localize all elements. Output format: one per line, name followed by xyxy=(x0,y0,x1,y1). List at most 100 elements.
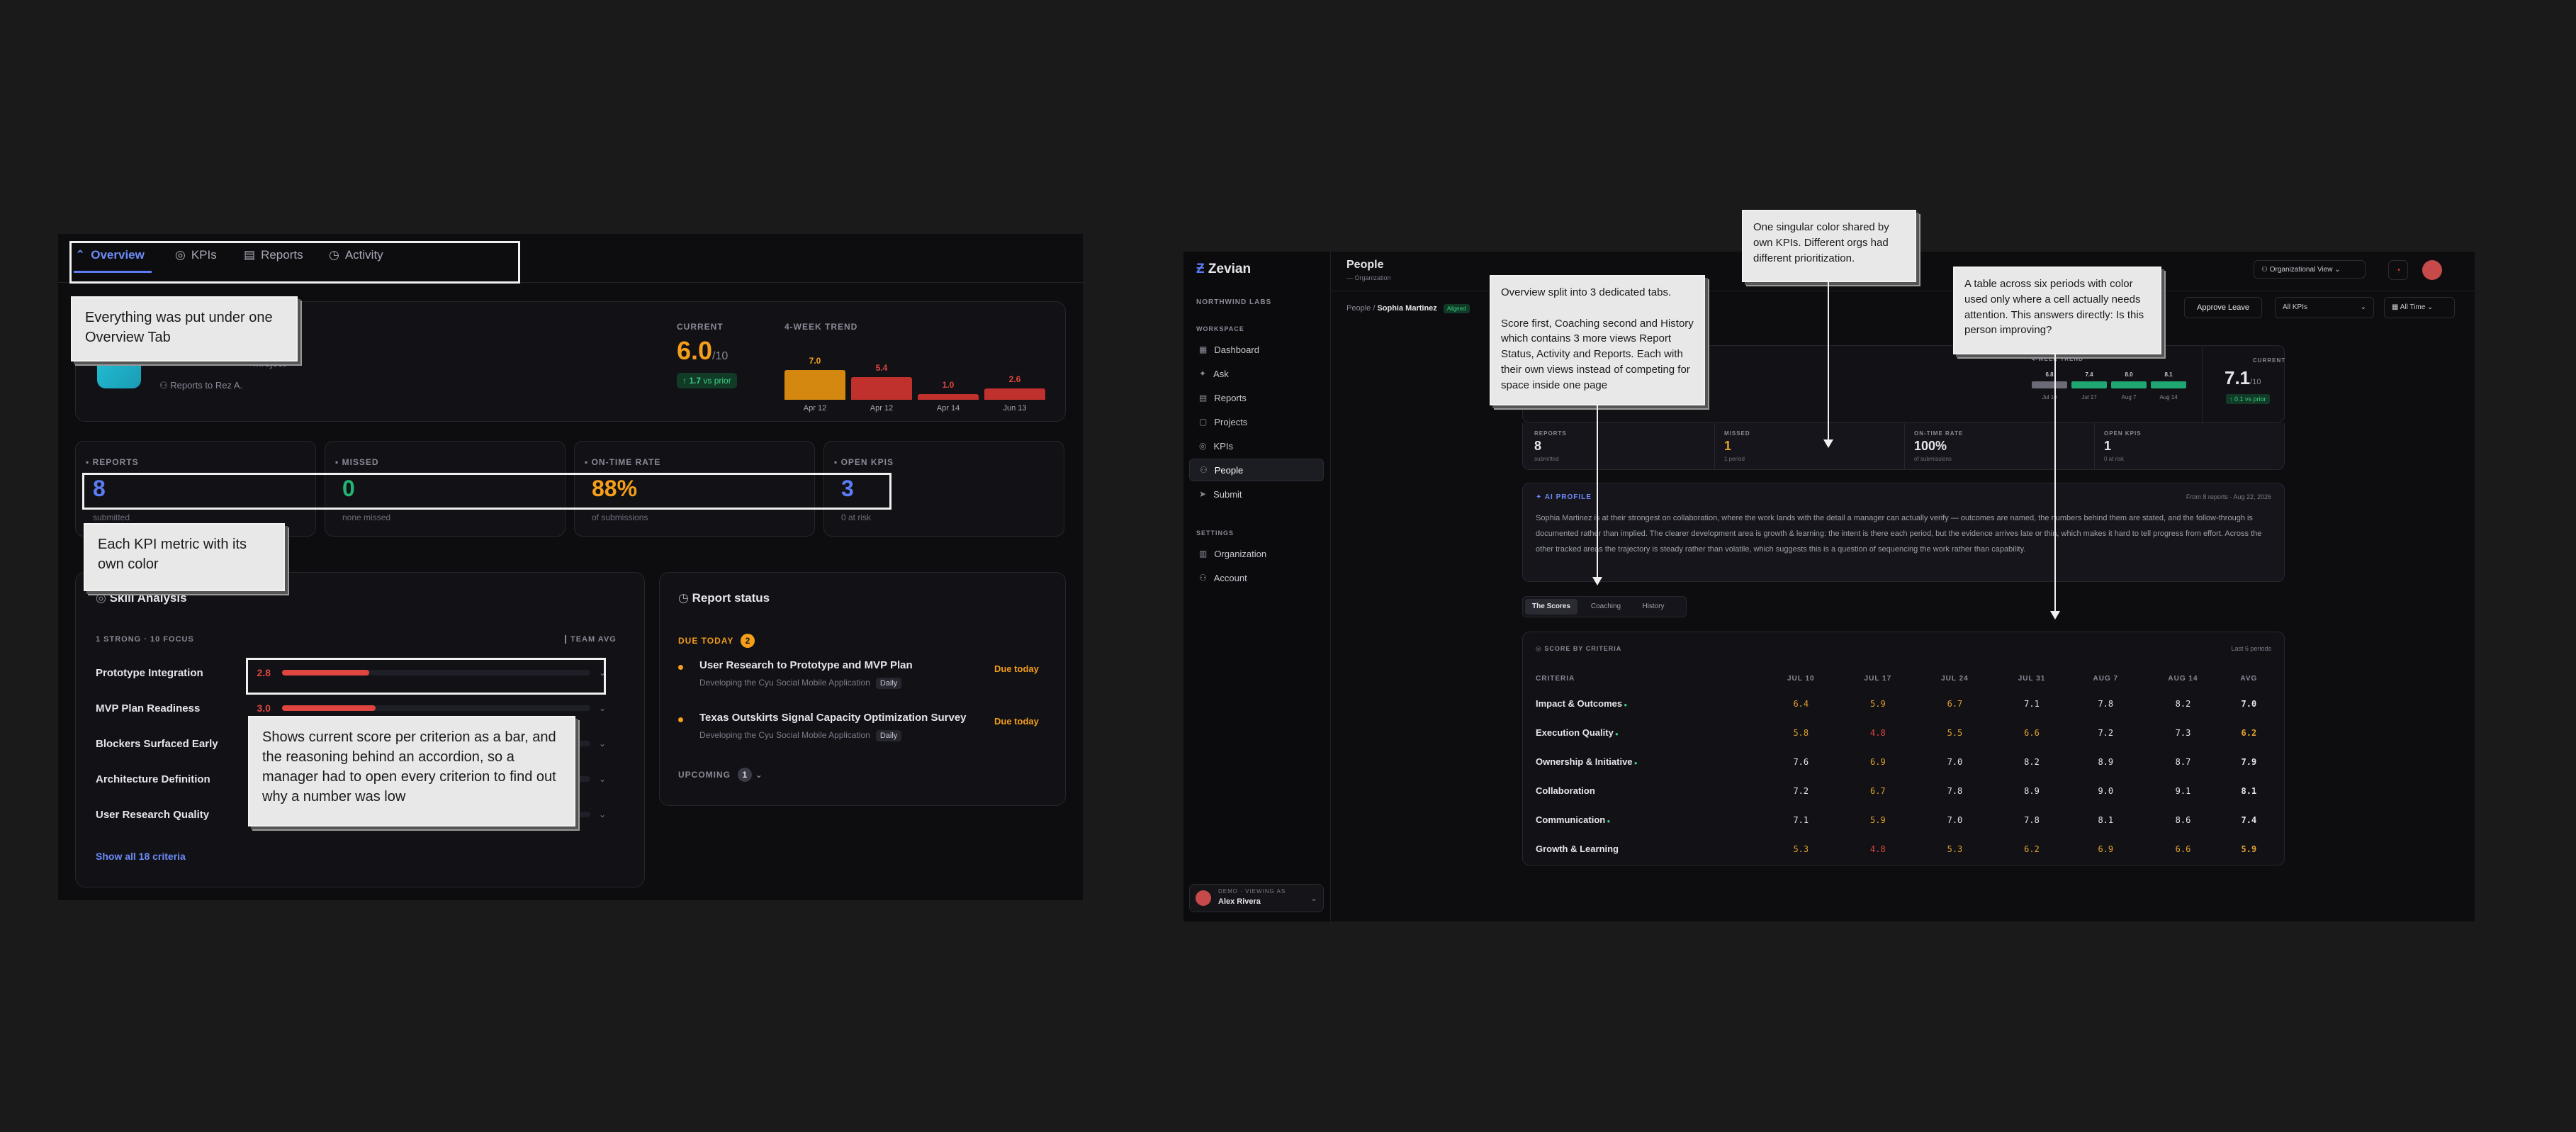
kpi-label: OPEN KPIS xyxy=(2104,430,2142,437)
kpi-sub: of submissions xyxy=(592,512,648,522)
column-header: CRITERIA xyxy=(1536,674,1575,683)
breadcrumb-root[interactable]: People xyxy=(1346,304,1371,313)
trend-bar xyxy=(2071,381,2107,388)
kpi-label: ▪ REPORTS xyxy=(86,457,139,467)
tab-history[interactable]: History xyxy=(1631,599,1676,615)
score-cell: 6.6 xyxy=(2024,727,2040,738)
column-header: AUG 14 xyxy=(2168,674,2198,683)
trend-chart: 6.8 Jul 10 7.4 Jul 17 8.0 Aug 7 8.1 Aug 14 xyxy=(2032,363,2195,413)
kpi-sub: none missed xyxy=(342,512,391,522)
bell-icon: ◔ xyxy=(2395,265,2401,275)
kpi-sub: 0 at risk xyxy=(841,512,872,522)
user-icon: ⚇ xyxy=(2261,266,2270,274)
skill-score: 3.0 xyxy=(257,702,271,714)
score-cell: 8.7 xyxy=(2175,756,2191,767)
calendar-icon: ▦ xyxy=(2392,303,2400,311)
kpi-label: ▪ ON-TIME RATE xyxy=(585,457,661,467)
sidebar-item-projects[interactable]: ▢ Projects xyxy=(1189,410,1324,433)
kpi-sub: 0 at risk xyxy=(2104,456,2125,462)
trend-bar-date: Apr 14 xyxy=(936,404,960,413)
chevron-down-icon: ⌄ xyxy=(1310,893,1318,903)
table-row[interactable]: Growth & Learning 5.3 4.8 5.3 6.2 6.9 6.6 5.9 xyxy=(1536,834,2273,863)
score-table-label: ◎ SCORE BY CRITERIA xyxy=(1536,645,1622,652)
sidebar-item-submit[interactable]: ➤ Submit xyxy=(1189,483,1324,505)
note-skill-bar: Shows current score per criterion as a b… xyxy=(248,716,575,826)
avatar[interactable] xyxy=(2422,260,2442,280)
time-select[interactable]: ▦ All Time ⌄ xyxy=(2384,297,2455,318)
view-select[interactable]: ⚇ Organizational View ⌄ xyxy=(2254,260,2366,279)
tab-the-scores[interactable]: The Scores xyxy=(1525,599,1577,615)
status-dot xyxy=(678,717,683,722)
sidebar-item-kpis[interactable]: ◎ KPIs xyxy=(1189,435,1324,457)
sidebar-item-people[interactable]: ⚇ People xyxy=(1189,459,1324,481)
table-row[interactable]: Ownership & Initiative ● 7.6 6.9 7.0 8.2 8.9 8… xyxy=(1536,747,2273,776)
column-header: AUG 7 xyxy=(2093,674,2119,683)
org-name: NORTHWIND LABS xyxy=(1196,298,1272,306)
score-cell: 7.1 xyxy=(2024,698,2040,709)
sidebar-item-ask[interactable]: ✦ Ask xyxy=(1189,362,1324,385)
tab-coaching[interactable]: Coaching xyxy=(1581,599,1631,615)
trend-bar-value: 2.6 xyxy=(1008,374,1021,385)
sidebar-item-dashboard[interactable]: ▦ Dashboard xyxy=(1189,338,1324,361)
target-icon: ◎ xyxy=(1199,441,1207,451)
zevian-logo-icon: Ƶ xyxy=(1196,262,1208,276)
table-row[interactable]: Communication ● 7.1 5.9 7.0 7.8 8.1 8.6 7.4 xyxy=(1536,805,2273,834)
arrow-single-color xyxy=(1828,282,1829,441)
report-meta: Developing the Cyu Social Mobile Applica… xyxy=(699,678,902,689)
skill-summary: 1 STRONG · 10 FOCUS xyxy=(96,635,194,644)
trend-bar-value: 6.8 xyxy=(2045,371,2054,378)
kpi-label: MISSED xyxy=(1724,430,1750,437)
kpi-sub: submitted xyxy=(1534,456,1559,462)
trend-bar-value: 7.0 xyxy=(809,356,821,366)
kpi-label: REPORTS xyxy=(1534,430,1567,437)
score-cell: 8.6 xyxy=(2175,814,2191,825)
score-cell: 6.7 xyxy=(1870,785,1886,796)
trend-bar-date: Jul 10 xyxy=(2042,394,2057,400)
notification-button[interactable]: ◔ xyxy=(2388,260,2408,280)
criteria-cell: Execution Quality ● xyxy=(1536,727,1619,738)
skill-bar-fill xyxy=(282,705,376,711)
trend-label: 4-WEEK TREND xyxy=(2032,356,2083,362)
report-title[interactable]: Texas Outskirts Signal Capacity Optimiza… xyxy=(699,712,967,724)
due-label: Due today xyxy=(994,663,1039,674)
sidebar-item-reports[interactable]: ▤ Reports xyxy=(1189,386,1324,409)
trend-bar xyxy=(2032,381,2067,388)
table-row[interactable]: Collaboration 7.2 6.7 7.8 8.9 9.0 9.1 8.1 xyxy=(1536,776,2273,805)
sidebar-item-account[interactable]: ⚇ Account xyxy=(1189,566,1324,589)
user-switcher[interactable]: DEMO · VIEWING AS Alex Rivera ⌄ xyxy=(1189,884,1324,912)
table-row[interactable]: Execution Quality ● 5.8 4.8 5.5 6.6 7.2 7.3 6.2 xyxy=(1536,718,2273,747)
folder-icon: ▢ xyxy=(1199,417,1208,427)
trend-bar xyxy=(984,388,1045,400)
show-all-criteria-link[interactable]: Show all 18 criteria xyxy=(96,851,186,862)
score-cell: 5.9 xyxy=(1870,814,1886,825)
criteria-cell: Impact & Outcomes ● xyxy=(1536,698,1628,709)
indicator-dot: ● xyxy=(1605,818,1611,824)
kpi-select[interactable]: All KPIs ⌄ xyxy=(2275,297,2374,318)
report-title[interactable]: User Research to Prototype and MVP Plan xyxy=(699,659,913,671)
approve-leave-button[interactable]: Approve Leave xyxy=(2184,297,2262,318)
highlight-kpi-values xyxy=(82,473,892,510)
indicator-dot: ● xyxy=(1622,702,1628,708)
kpi-value: 1 xyxy=(2104,439,2112,453)
score-cell: 7.0 xyxy=(2241,698,2257,709)
avatar xyxy=(1196,890,1211,906)
current-delta: ↑ 0.1 vs prior xyxy=(2226,394,2270,404)
score-cell: 5.5 xyxy=(1947,727,1963,738)
score-cell: 7.3 xyxy=(2175,727,2191,738)
target-icon: ◎ xyxy=(1536,645,1545,652)
current-delta: ↑ 1.7 vs prior xyxy=(677,373,737,388)
user-name: Alex Rivera xyxy=(1218,897,1261,906)
skill-name: User Research Quality xyxy=(96,808,210,821)
score-cell: 7.0 xyxy=(1947,756,1963,767)
settings-label: SETTINGS xyxy=(1196,529,1234,537)
indicator-dot: ● xyxy=(1613,731,1619,737)
score-cell: 7.8 xyxy=(1947,785,1963,796)
right-panel: Ƶ Zevian NORTHWIND LABS WORKSPACE SETTIN… xyxy=(1183,252,2475,921)
sidebar-item-organization[interactable]: ▥ Organization xyxy=(1189,542,1324,565)
upcoming-toggle[interactable]: UPCOMING 1 ⌄ xyxy=(678,768,763,782)
brand[interactable]: Ƶ Zevian xyxy=(1196,262,1251,277)
table-row[interactable]: Impact & Outcomes ● 6.4 5.9 6.7 7.1 7.8 8.2 7.0 xyxy=(1536,689,2273,718)
score-cell: 8.1 xyxy=(2241,785,2257,796)
user-icon: ⚇ xyxy=(159,380,171,391)
ai-profile-text: Sophia Martinez is at their strongest on… xyxy=(1536,514,2262,554)
